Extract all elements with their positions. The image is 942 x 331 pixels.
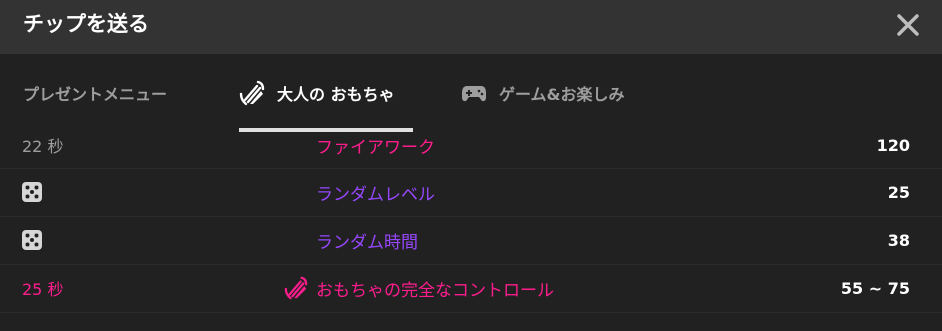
dice-icon <box>22 216 42 264</box>
list-item[interactable]: 22 秒 ファイアワーク 120 <box>0 122 942 169</box>
tab-games-fun[interactable]: ゲーム&お楽しみ <box>461 54 624 132</box>
item-name: ランダムレベル <box>316 184 435 205</box>
tab-present-menu[interactable]: プレゼントメニュー <box>23 54 167 132</box>
toy-icon <box>284 264 308 312</box>
dice-icon <box>22 168 42 216</box>
item-amount: 38 <box>887 230 910 250</box>
list-item[interactable]: ランダム時間 38 <box>0 216 942 265</box>
gamepad-icon <box>461 83 487 103</box>
dialog-header: チップを送る <box>0 0 942 54</box>
tab-label: 大人の おもちゃ <box>277 85 395 104</box>
item-name: ランダム時間 <box>316 232 418 253</box>
duration-label: 25 秒 <box>22 280 64 299</box>
tab-bar: プレゼントメニュー 大人の おもちゃ ゲーム&お楽しみ <box>0 54 942 132</box>
item-amount: 55 ~ 75 <box>840 278 910 298</box>
duration-label: 22 秒 <box>22 137 64 156</box>
close-icon <box>897 14 919 36</box>
tip-menu-list: 22 秒 ファイアワーク 120 ランダムレベル 25 ランダム時間 38 25… <box>0 132 942 331</box>
list-item[interactable]: ランダムレベル 25 <box>0 168 942 217</box>
item-amount: 120 <box>876 135 910 155</box>
list-item[interactable]: 25 秒 おもちゃの完全なコントロール 55 ~ 75 <box>0 264 942 313</box>
tab-adult-toys[interactable]: 大人の おもちゃ <box>239 54 395 132</box>
dialog-title: チップを送る <box>23 12 149 36</box>
item-amount: 25 <box>887 182 910 202</box>
item-name: おもちゃの完全なコントロール <box>316 280 554 301</box>
item-name: ファイアワーク <box>316 137 435 158</box>
tab-label: プレゼントメニュー <box>23 85 168 104</box>
close-button[interactable] <box>894 11 922 39</box>
toy-icon <box>239 80 265 106</box>
tab-label: ゲーム&お楽しみ <box>499 85 625 104</box>
